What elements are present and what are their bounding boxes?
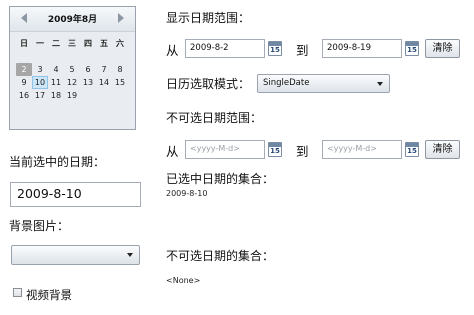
chevron-down-icon	[127, 253, 133, 257]
calendar[interactable]: 2009年8月 日 一 二 三 四 五 六 2 3 4 5 6 7 8 9 10…	[9, 6, 136, 130]
blackout-range-label: 不可选日期范围：	[166, 111, 263, 125]
calendar-day[interactable]: 5	[64, 63, 80, 76]
clear-display-range-button[interactable]: 清除	[425, 39, 460, 58]
calendar-day[interactable]: 17	[32, 89, 48, 102]
calendar-day[interactable]: 6	[80, 63, 96, 76]
calendar-icon[interactable]: 15	[405, 142, 419, 157]
calendar-day[interactable]: 4	[48, 63, 64, 76]
day-of-week: 日	[20, 39, 28, 48]
calendar-day[interactable]: 14	[96, 76, 112, 89]
selection-mode-value: SingleDate	[263, 78, 310, 88]
to-label: 到	[296, 144, 309, 159]
calendar-icon[interactable]: 15	[268, 41, 282, 56]
calendar-week-row: 9 10 11 12 13 14 15	[16, 76, 130, 90]
background-image-dropdown[interactable]	[11, 245, 140, 265]
blackout-end-date-input[interactable]: <yyyy-M-d>	[322, 140, 402, 159]
from-label: 从	[166, 43, 179, 58]
calendar-header: 2009年8月	[10, 7, 135, 32]
day-of-week: 六	[116, 39, 124, 48]
calendar-day[interactable]: 11	[48, 76, 64, 89]
selected-dates-label: 已选中日期的集合：	[166, 172, 275, 186]
calendar-day[interactable]: 15	[112, 76, 128, 89]
next-month-icon[interactable]	[118, 13, 124, 23]
selected-dates-value: 2009-8-10	[166, 189, 208, 198]
chevron-down-icon	[377, 82, 383, 86]
blackout-dates-value: <None>	[166, 276, 201, 285]
video-background-checkbox[interactable]	[13, 288, 22, 297]
day-of-week: 五	[100, 39, 108, 48]
calendar-day[interactable]: 13	[80, 76, 96, 89]
calendar-week-row: 2 3 4 5 6 7 8	[16, 63, 130, 77]
day-of-week: 四	[84, 39, 92, 48]
calendar-day-today[interactable]: 2	[16, 63, 32, 76]
calendar-month-title[interactable]: 2009年8月	[34, 12, 111, 25]
day-of-week: 一	[36, 39, 44, 48]
previous-month-icon[interactable]	[21, 13, 27, 23]
selection-mode-dropdown[interactable]: SingleDate	[257, 74, 390, 93]
clear-blackout-range-button[interactable]: 清除	[425, 140, 460, 159]
calendar-icon[interactable]: 15	[405, 41, 419, 56]
from-label: 从	[166, 144, 179, 159]
current-date-label: 当前选中的日期：	[9, 155, 106, 169]
calendar-day[interactable]: 3	[32, 63, 48, 76]
selection-mode-label: 日历选取模式：	[166, 77, 251, 91]
days-of-week-row: 日 一 二 三 四 五 六	[16, 37, 130, 51]
calendar-day[interactable]: 9	[16, 76, 32, 89]
calendar-day[interactable]: 8	[112, 63, 128, 76]
calendar-day[interactable]: 19	[64, 89, 80, 102]
day-of-week: 三	[68, 39, 76, 48]
display-range-label: 显示日期范围：	[166, 11, 251, 25]
calendar-day[interactable]: 18	[48, 89, 64, 102]
display-start-date-input[interactable]: 2009-8-2	[185, 39, 265, 58]
blackout-dates-label: 不可选日期的集合：	[166, 249, 275, 263]
calendar-week-row: 16 17 18 19	[16, 89, 130, 103]
to-label: 到	[296, 43, 309, 58]
background-image-label: 背景图片：	[9, 219, 70, 233]
calendar-day[interactable]: 7	[96, 63, 112, 76]
calendar-day[interactable]: 16	[16, 89, 32, 102]
display-end-date-input[interactable]: 2009-8-19	[322, 39, 402, 58]
calendar-icon[interactable]: 15	[268, 142, 282, 157]
video-background-label: 视频背景	[26, 288, 72, 302]
calendar-day-selected[interactable]: 10	[32, 76, 48, 89]
calendar-day[interactable]: 12	[64, 76, 80, 89]
blackout-start-date-input[interactable]: <yyyy-M-d>	[185, 140, 265, 159]
current-date-field[interactable]: 2009-8-10	[10, 182, 141, 207]
day-of-week: 二	[52, 39, 60, 48]
